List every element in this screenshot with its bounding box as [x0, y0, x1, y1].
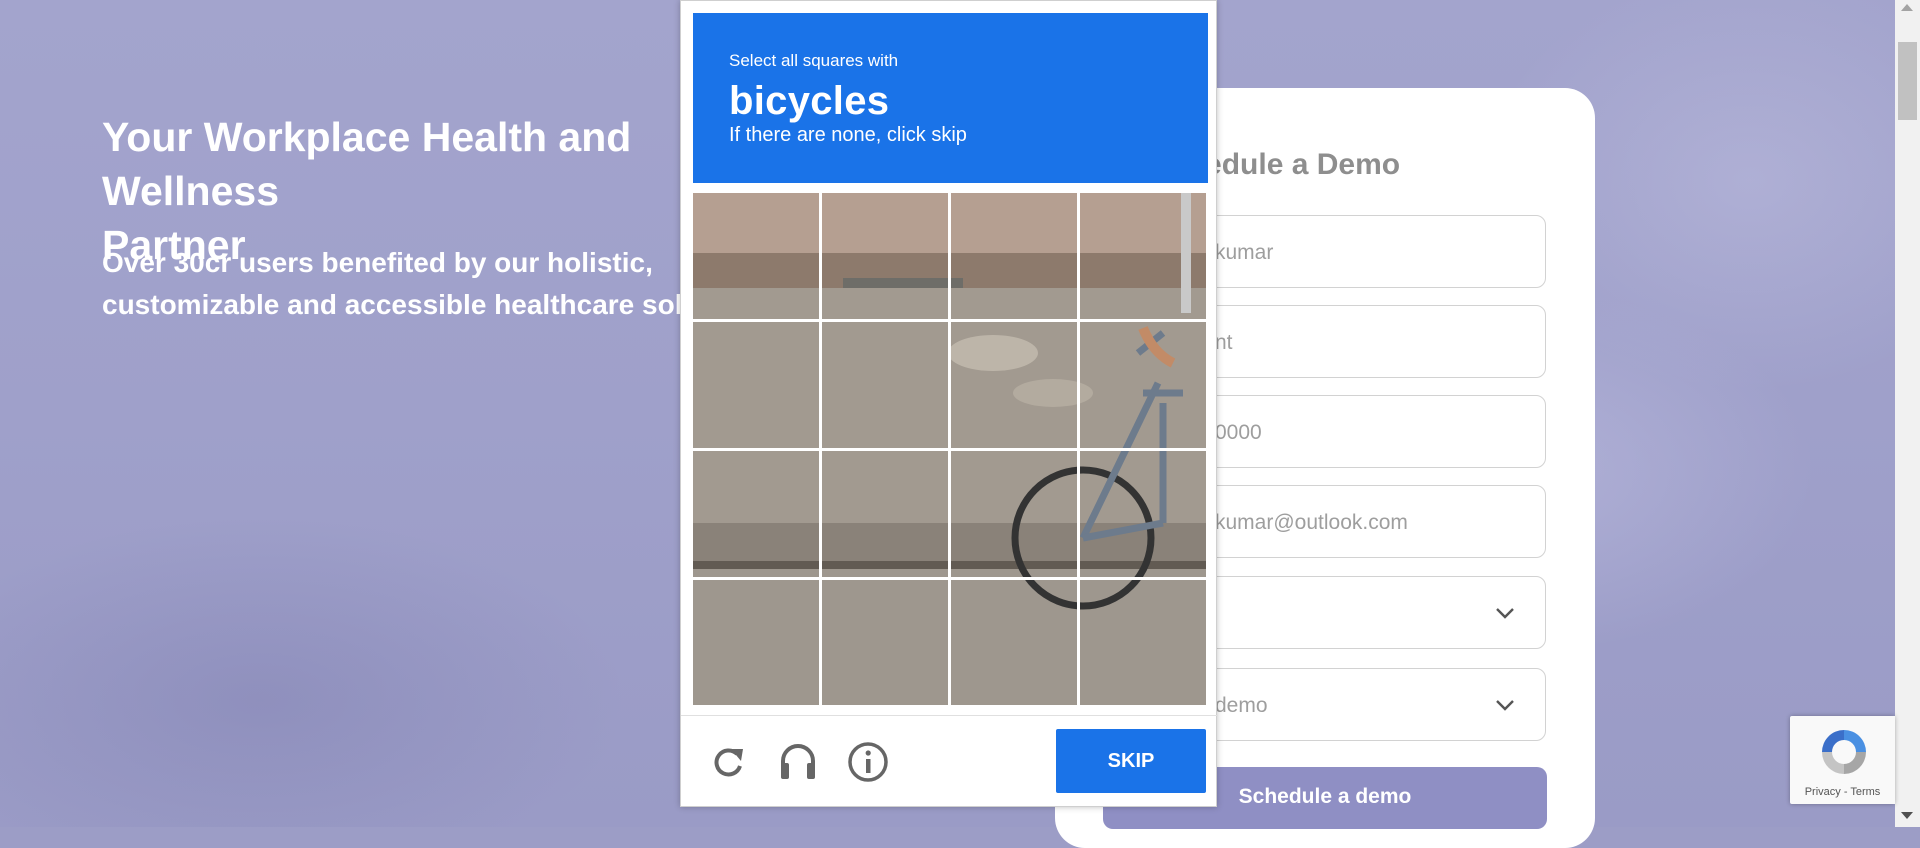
captcha-hint: If there are none, click skip [729, 124, 967, 146]
captcha-tile-image [1080, 451, 1206, 577]
captcha-tile-image [1080, 580, 1206, 705]
captcha-tile-image [693, 193, 819, 319]
captcha-tile[interactable] [951, 193, 1077, 319]
scroll-up-arrow-icon[interactable] [1901, 4, 1913, 11]
captcha-tile[interactable] [693, 580, 819, 706]
recaptcha-logo-icon [1822, 730, 1866, 774]
captcha-tile[interactable] [693, 451, 819, 577]
chevron-down-icon [1496, 700, 1514, 711]
captcha-tile-image [951, 451, 1077, 577]
phone-field-value: 0000 [1215, 421, 1262, 444]
captcha-target: bicycles [729, 79, 890, 123]
captcha-tile-image [822, 580, 948, 705]
name-field-value: kumar [1215, 241, 1274, 264]
captcha-tile-image [951, 580, 1077, 705]
captcha-tile[interactable] [951, 451, 1077, 577]
captcha-tile[interactable] [1080, 451, 1206, 577]
captcha-tile-image [693, 580, 819, 705]
info-icon[interactable] [847, 741, 889, 783]
skip-button[interactable]: SKIP [1056, 729, 1206, 793]
captcha-tile[interactable] [951, 580, 1077, 706]
recaptcha-badge[interactable]: Privacy - Terms [1790, 716, 1895, 804]
captcha-tile[interactable] [1080, 322, 1206, 448]
captcha-challenge-dialog: Select all squares with bicycles If ther… [680, 0, 1218, 807]
audio-headphones-icon[interactable] [777, 741, 819, 783]
scrollbar-thumb[interactable] [1898, 42, 1917, 120]
reload-icon[interactable] [707, 741, 749, 783]
captcha-tile[interactable] [822, 193, 948, 319]
recaptcha-privacy-terms[interactable]: Privacy - Terms [1790, 786, 1895, 798]
captcha-tile-image [951, 322, 1077, 448]
captcha-tile-image [951, 193, 1077, 319]
captcha-tile[interactable] [951, 322, 1077, 448]
captcha-header: Select all squares with bicycles If ther… [693, 13, 1208, 183]
captcha-tile[interactable] [693, 193, 819, 319]
captcha-tile-image [1080, 193, 1206, 319]
company-field-value: nt [1215, 331, 1233, 354]
captcha-footer-divider [681, 715, 1218, 716]
demo-type-select-value: demo [1215, 694, 1268, 717]
email-field-value: kumar@outlook.com [1215, 511, 1408, 534]
captcha-tile-image [693, 322, 819, 448]
captcha-tile[interactable] [822, 580, 948, 706]
captcha-image-grid [693, 193, 1206, 705]
captcha-tile[interactable] [822, 322, 948, 448]
captcha-tile[interactable] [1080, 193, 1206, 319]
captcha-instruction: Select all squares with [729, 51, 899, 70]
captcha-tile-image [822, 451, 948, 577]
captcha-tile-image [693, 451, 819, 577]
captcha-tile-image [1080, 322, 1206, 448]
captcha-tile[interactable] [822, 451, 948, 577]
chevron-down-icon [1496, 608, 1514, 619]
captcha-tile[interactable] [693, 322, 819, 448]
captcha-tile-image [822, 322, 948, 448]
page-scrollbar[interactable] [1895, 0, 1920, 827]
captcha-tile[interactable] [1080, 580, 1206, 706]
captcha-tile-image [822, 193, 948, 319]
scroll-down-arrow-icon[interactable] [1901, 812, 1913, 819]
